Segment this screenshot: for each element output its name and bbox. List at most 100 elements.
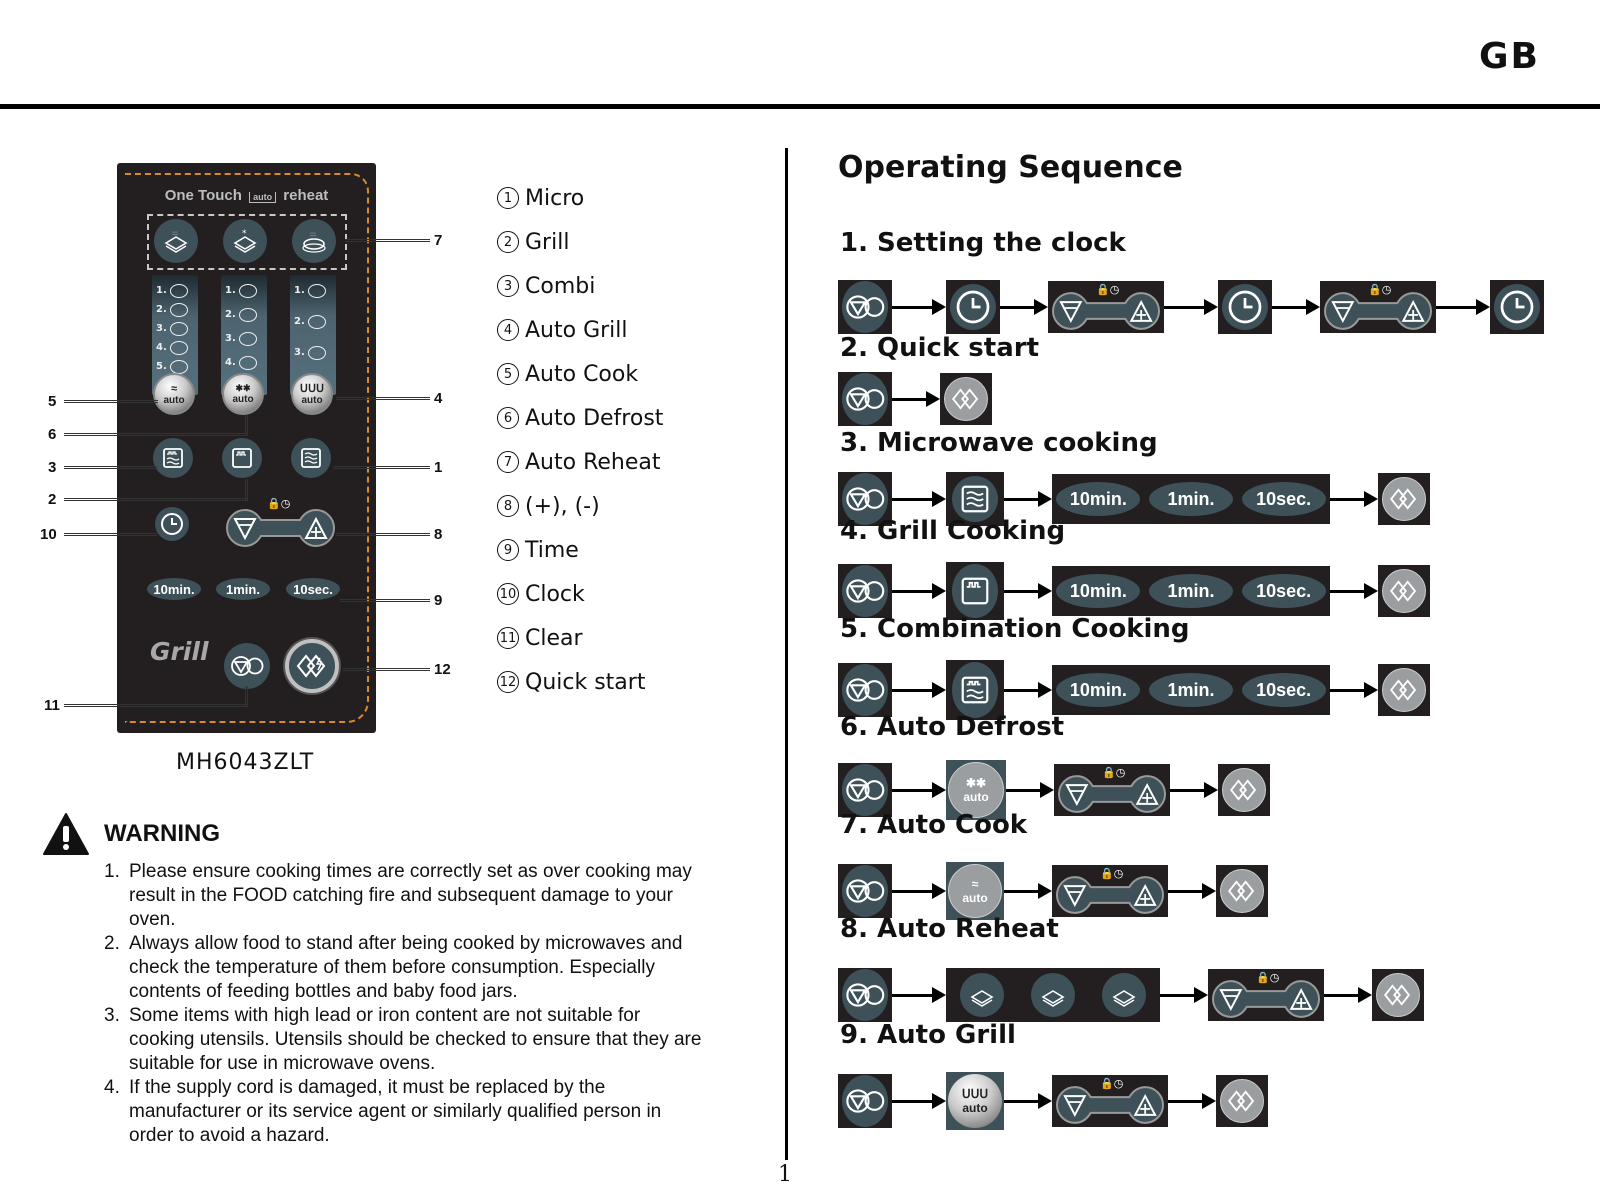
time-key[interactable]: 10min. xyxy=(1056,574,1141,608)
plus-minus-key[interactable]: 🔒◷ xyxy=(1048,281,1164,333)
pot-steam-icon: ≈ xyxy=(170,382,178,395)
plate-frozen-icon: * xyxy=(233,229,257,253)
clear-key[interactable] xyxy=(838,1074,892,1128)
food-item: 3. xyxy=(156,319,198,338)
quick-start-key[interactable] xyxy=(1378,664,1430,716)
combi-key[interactable] xyxy=(946,660,1004,720)
micro-button[interactable] xyxy=(291,438,331,478)
quick-start-key[interactable] xyxy=(1216,865,1268,917)
reheat-plate-icon[interactable] xyxy=(959,973,1004,1017)
legend-number: 3 xyxy=(497,275,519,297)
grill-key[interactable] xyxy=(946,562,1004,620)
column-divider xyxy=(785,148,788,1160)
callout-line-3 xyxy=(64,466,157,469)
legend-label: Micro xyxy=(525,185,585,211)
arrow-right-icon xyxy=(1168,1093,1216,1109)
plus-minus-key[interactable]: 🔒◷ xyxy=(1052,1075,1168,1127)
reheat-button-1[interactable]: ::: xyxy=(154,219,198,263)
callout-8: 8 xyxy=(434,526,443,543)
callout-line-1 xyxy=(333,466,430,469)
reheat-frozen-icon[interactable] xyxy=(1030,973,1075,1017)
legend-item: 11 Clear xyxy=(497,616,663,660)
clock-icon xyxy=(161,513,183,535)
food-icon xyxy=(307,283,326,298)
legend-label: Auto Grill xyxy=(525,317,628,343)
combi-button[interactable] xyxy=(153,438,193,478)
arrow-right-icon xyxy=(1330,682,1378,698)
time-1min-button[interactable]: 1min. xyxy=(216,578,270,600)
arrow-right-icon xyxy=(892,583,946,599)
clock-key[interactable] xyxy=(1490,280,1544,334)
step-sequence: 10min. 1min. 10sec. xyxy=(838,660,1430,720)
reheat-button-2[interactable]: * xyxy=(223,219,267,263)
quick-start-key[interactable] xyxy=(940,373,992,425)
clear-key[interactable] xyxy=(838,968,892,1022)
quick-start-key[interactable] xyxy=(1372,969,1424,1021)
clear-key[interactable] xyxy=(838,564,892,618)
quick-start-key[interactable] xyxy=(1378,565,1430,617)
clock-key[interactable] xyxy=(946,280,1000,334)
time-10min-button[interactable]: 10min. xyxy=(147,578,201,600)
quick-start-key[interactable] xyxy=(1378,473,1430,525)
time-key[interactable]: 1min. xyxy=(1148,574,1233,608)
time-key[interactable]: 10sec. xyxy=(1241,673,1326,707)
clear-key[interactable] xyxy=(838,663,892,717)
warning-list: 1. Please ensure cooking times are correc… xyxy=(104,860,704,1148)
plus-minus-key[interactable]: 🔒◷ xyxy=(1208,969,1324,1021)
callout-line-2 xyxy=(64,498,248,501)
warning-item: 4. If the supply cord is damaged, it must… xyxy=(104,1076,704,1148)
operating-sequence-title: Operating Sequence xyxy=(838,150,1183,185)
callout-2: 2 xyxy=(48,491,57,508)
legend-item: 1 Micro xyxy=(497,176,663,220)
clock-icon xyxy=(956,290,990,324)
plate-steam-icon: ::: xyxy=(164,230,188,253)
clear-key[interactable] xyxy=(838,763,892,817)
time-key[interactable]: 10sec. xyxy=(1241,574,1326,608)
quick-start-key[interactable] xyxy=(1216,1075,1268,1127)
clear-key[interactable] xyxy=(838,372,892,426)
arrow-right-icon xyxy=(1272,299,1320,315)
grill-button[interactable] xyxy=(222,438,262,478)
title-one-touch: One Touch xyxy=(164,187,242,204)
auto-cook-button[interactable]: ≈ auto xyxy=(153,373,195,415)
legend-label: (+), (-) xyxy=(525,493,600,519)
bowl-steam-icon: ::: xyxy=(302,231,326,253)
clock-key[interactable] xyxy=(1218,280,1272,334)
step-title: 1. Setting the clock xyxy=(840,228,1126,258)
food-icon xyxy=(238,331,257,346)
grill-icon xyxy=(961,577,989,605)
warning-item-number: 4. xyxy=(104,1077,120,1098)
clear-key[interactable] xyxy=(838,864,892,918)
plus-minus-key[interactable]: 🔒◷ xyxy=(1054,764,1170,816)
legend-number: 4 xyxy=(497,319,519,341)
plus-minus-key[interactable]: 🔒◷ xyxy=(1320,281,1436,333)
time-10sec-button[interactable]: 10sec. xyxy=(286,578,340,600)
plus-minus-button[interactable] xyxy=(225,508,336,548)
quick-start-button[interactable] xyxy=(285,639,339,693)
reheat-button-3[interactable]: ::: xyxy=(292,219,336,263)
plus-minus-key[interactable]: 🔒◷ xyxy=(1052,865,1168,917)
quick-start-key[interactable] xyxy=(1218,764,1270,816)
clear-key[interactable] xyxy=(838,280,892,334)
time-key[interactable]: 10min. xyxy=(1056,673,1141,707)
auto-cook-key[interactable]: ≈ auto xyxy=(946,862,1004,920)
food-icon xyxy=(307,345,326,360)
auto-grill-key[interactable]: ᑌᑌᑌ auto xyxy=(946,1072,1004,1130)
legend-label: Clock xyxy=(525,581,585,607)
svg-text::::: ::: xyxy=(172,230,178,237)
clock-button[interactable] xyxy=(155,507,189,541)
quick-start-icon xyxy=(296,654,326,678)
callout-10: 10 xyxy=(40,526,57,543)
reheat-bowl-icon[interactable] xyxy=(1102,973,1147,1017)
time-key[interactable]: 1min. xyxy=(1148,673,1233,707)
time-key[interactable]: 10min. xyxy=(1056,482,1141,516)
time-key[interactable]: 1min. xyxy=(1148,482,1233,516)
step-title: 3. Microwave cooking xyxy=(840,428,1158,458)
auto-grill-button[interactable]: ᑌᑌᑌ auto xyxy=(291,373,333,415)
food-item: 2. xyxy=(156,300,198,319)
callout-7: 7 xyxy=(434,232,443,249)
auto-defrost-button[interactable]: ✱✱ auto xyxy=(222,373,264,415)
quick-start-icon xyxy=(1383,984,1411,1006)
clear-button[interactable] xyxy=(224,643,270,689)
time-key[interactable]: 10sec. xyxy=(1241,482,1326,516)
